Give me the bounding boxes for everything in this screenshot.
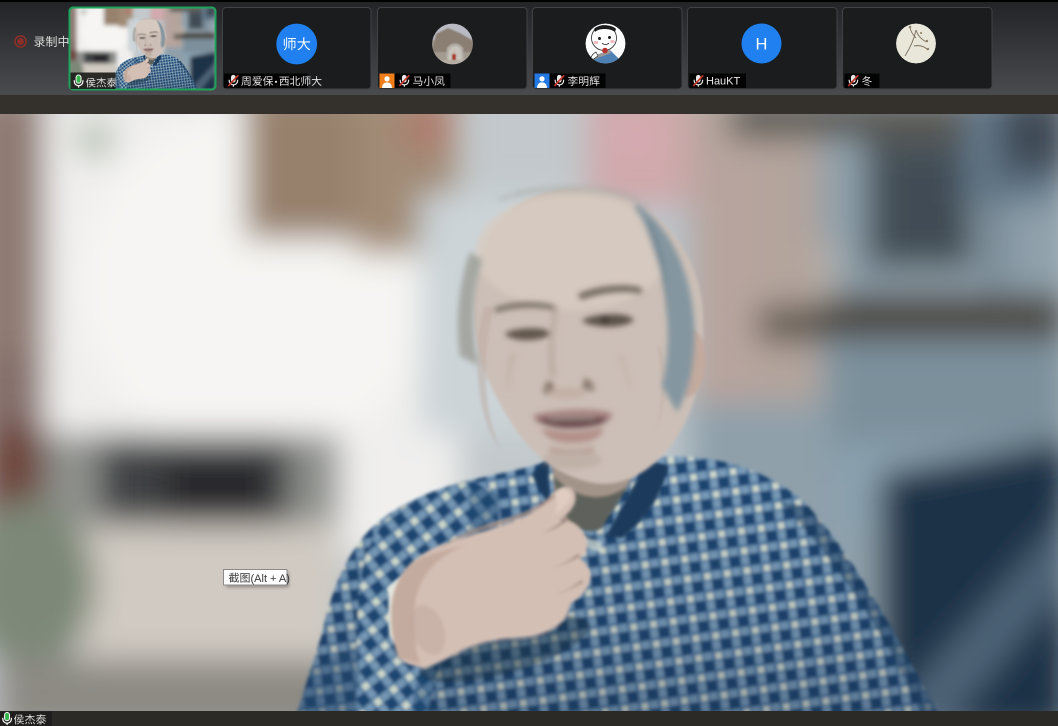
svg-text:H: H — [756, 36, 768, 54]
svg-text:(Alt + A): (Alt + A) — [251, 573, 290, 585]
svg-text:HauKT: HauKT — [706, 76, 741, 88]
